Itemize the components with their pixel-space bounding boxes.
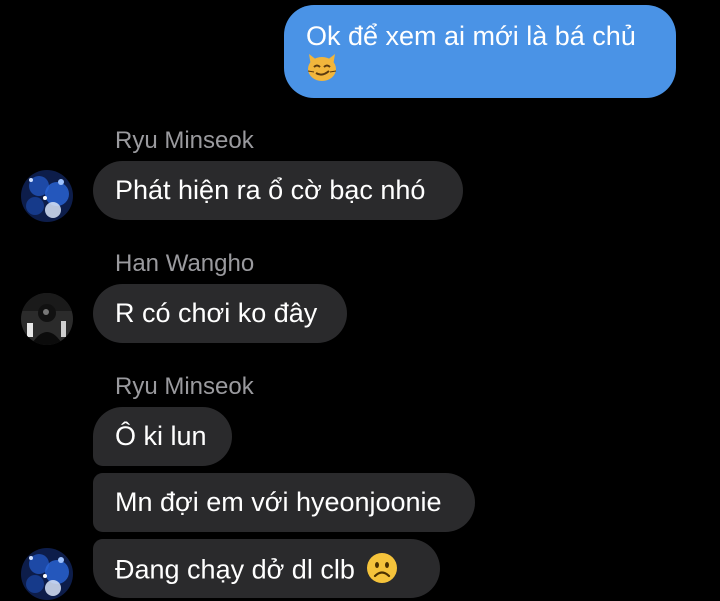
sender-name: Ryu Minseok xyxy=(115,127,254,154)
avatar[interactable] xyxy=(21,293,73,345)
avatar[interactable] xyxy=(21,548,73,600)
sender-name: Han Wangho xyxy=(115,250,255,277)
message-text: Phát hiện ra ổ cờ bạc nhó xyxy=(115,175,426,205)
incoming-message-bubble[interactable]: Phát hiện ra ổ cờ bạc nhó xyxy=(93,161,463,220)
message-text: Mn đợi em với hyeonjoonie xyxy=(115,487,442,517)
avatar-image xyxy=(21,293,73,345)
frowning-face-icon xyxy=(366,552,398,591)
message-text: Đang chạy dở dl clb xyxy=(115,554,355,585)
avatar-image xyxy=(21,170,73,222)
incoming-message-bubble[interactable]: Mn đợi em với hyeonjoonie xyxy=(93,473,475,532)
outgoing-message-bubble[interactable]: Ok để xem ai mới là bá chủ xyxy=(284,5,676,98)
message-text: R có chơi ko đây xyxy=(115,298,318,328)
incoming-message-bubble[interactable]: Ô ki lun xyxy=(93,407,232,466)
smirking-cat-icon xyxy=(306,52,338,89)
avatar-image xyxy=(21,548,73,600)
message-text: Ô ki lun xyxy=(115,421,207,451)
sender-name: Ryu Minseok xyxy=(115,373,254,400)
incoming-message-bubble[interactable]: R có chơi ko đây xyxy=(93,284,347,343)
message-text: Ok để xem ai mới là bá chủ xyxy=(306,21,636,51)
avatar[interactable] xyxy=(21,170,73,222)
incoming-message-bubble[interactable]: Đang chạy dở dl clb xyxy=(93,539,440,598)
